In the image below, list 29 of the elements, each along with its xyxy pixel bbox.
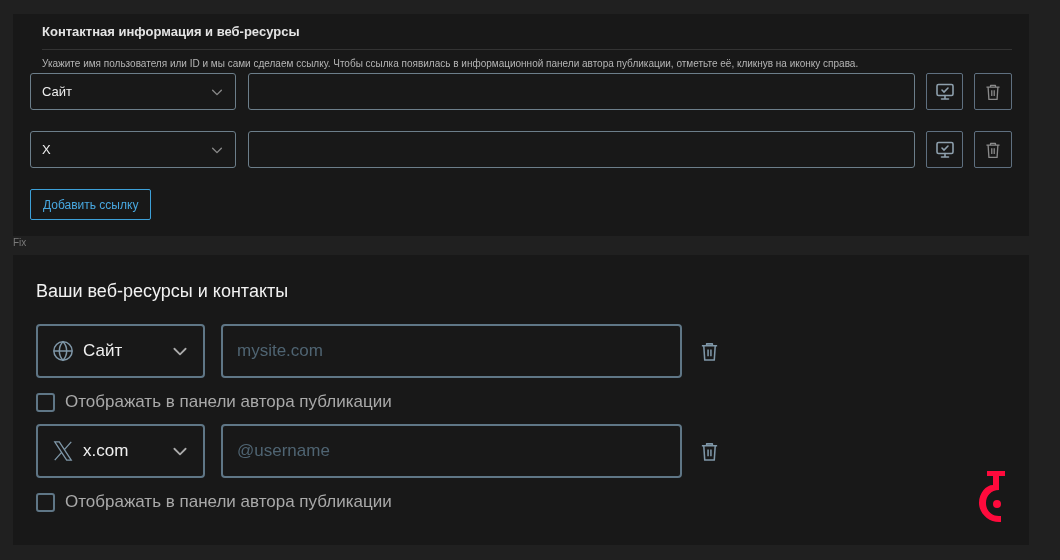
link-input[interactable] [247, 131, 915, 168]
checkbox[interactable] [36, 392, 55, 412]
type-select[interactable]: Сайт [30, 73, 236, 110]
x-logo-icon [52, 440, 74, 462]
globe-icon [52, 340, 74, 362]
checkbox[interactable] [36, 492, 55, 512]
type-select[interactable]: Сайт [36, 324, 205, 378]
delete-button[interactable] [974, 73, 1012, 110]
monitor-check-icon [934, 139, 955, 160]
delete-button[interactable] [974, 131, 1012, 168]
checkbox-label: Отображать в панели автора публикации [65, 391, 392, 414]
section-title: Контактная информация и веб-ресурсы [41, 24, 301, 40]
show-in-panel-button[interactable] [925, 131, 964, 168]
type-select[interactable]: X [30, 131, 236, 168]
link-input[interactable] [247, 73, 915, 110]
link-input[interactable]: mysite.com [221, 324, 682, 378]
add-link-button[interactable]: Добавить ссылку [30, 189, 152, 220]
show-in-panel-button[interactable] [925, 73, 964, 110]
trash-icon [984, 82, 1003, 101]
type-select[interactable]: x.com [36, 424, 205, 478]
monitor-check-icon [934, 81, 955, 102]
checkbox-label: Отображать в панели автора публикации [65, 491, 392, 514]
trash-icon [984, 140, 1003, 159]
caption-text: Fix [13, 236, 28, 250]
trash-icon [699, 440, 720, 462]
trash-icon [699, 340, 720, 362]
link-input[interactable]: @username [221, 424, 682, 478]
section-title: Ваши веб-ресурсы и контакты [36, 280, 290, 302]
hint-text: Укажите имя пользователя или ID и мы сами сделаем ссылку. Чтобы ссылка появилась в информационной панели автора публикации, отметьте её, кликнув на иконку справа. [41, 57, 860, 70]
